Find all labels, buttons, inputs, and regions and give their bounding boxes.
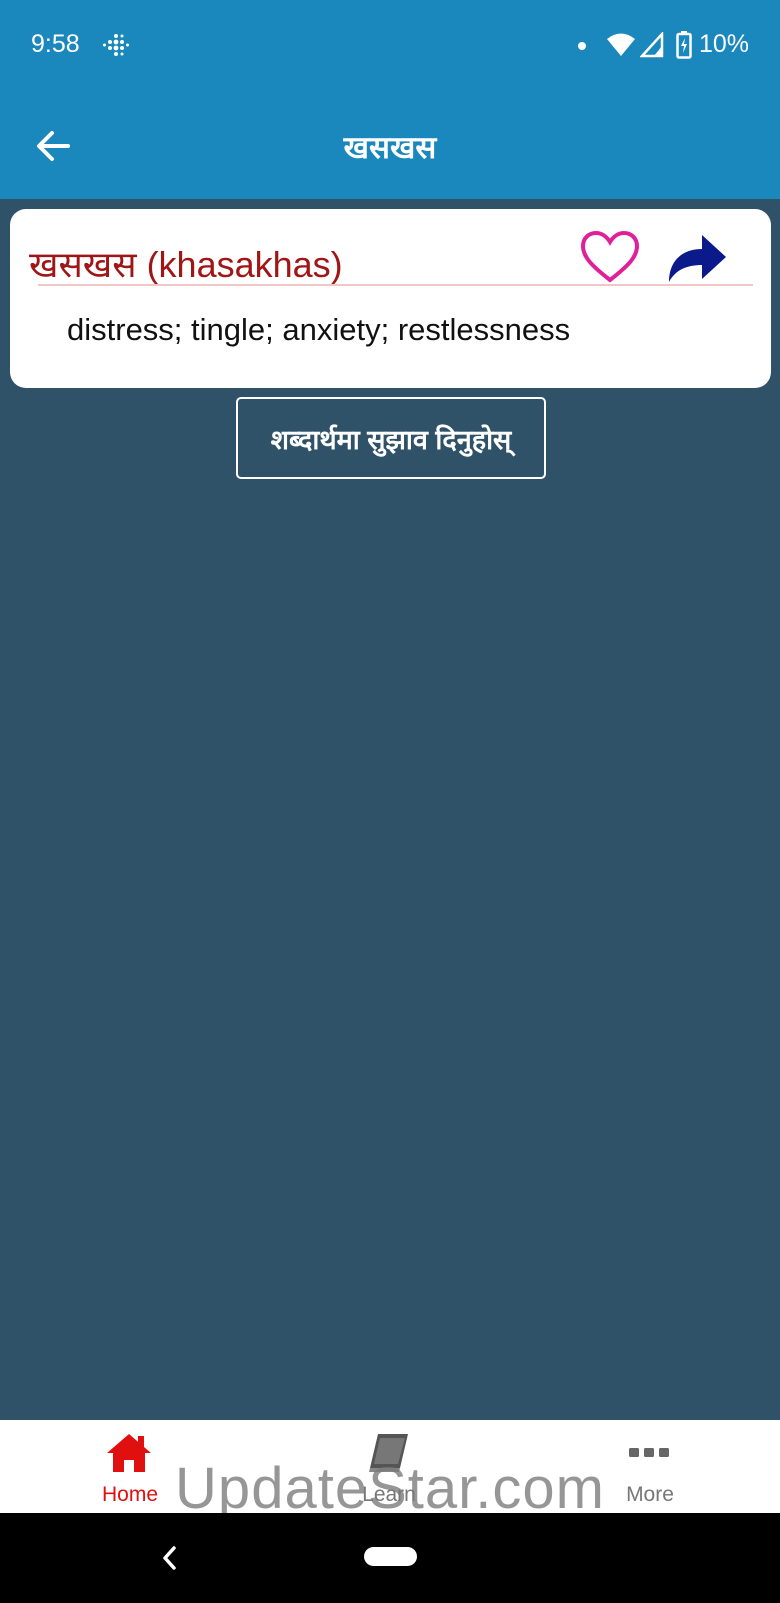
share-arrow-icon[interactable] (666, 231, 728, 285)
status-time: 9:58 (31, 30, 80, 58)
heart-outline-icon[interactable] (580, 230, 640, 284)
word-meaning: distress; tingle; anxiety; restlessness (67, 312, 571, 347)
page-title: खसखस (343, 130, 437, 165)
app-bar: खसखस (0, 96, 780, 199)
watermark: UpdateStar.com (175, 1456, 605, 1521)
battery-percentage: 10% (699, 30, 750, 58)
system-back-icon[interactable] (158, 1543, 180, 1573)
word-card: खसखस (khasakhas) distress; tingle; anxie… (10, 209, 771, 388)
dot-icon (578, 42, 586, 50)
word-heading: खसखस (khasakhas) (29, 244, 343, 285)
screen: 9:58 10% खसखस खसखस (khasakhas) distress;… (0, 0, 780, 1603)
system-home-pill[interactable] (364, 1547, 417, 1566)
fitbit-icon (103, 34, 129, 56)
battery-icon (676, 31, 692, 59)
status-bar: 9:58 10% (0, 0, 780, 96)
wifi-icon (607, 33, 635, 56)
signal-icon (640, 32, 664, 58)
suggest-meaning-button[interactable]: शब्दार्थमा सुझाव दिनुहोस् (236, 397, 546, 479)
system-navigation-bar (0, 1513, 780, 1603)
divider (38, 284, 753, 286)
